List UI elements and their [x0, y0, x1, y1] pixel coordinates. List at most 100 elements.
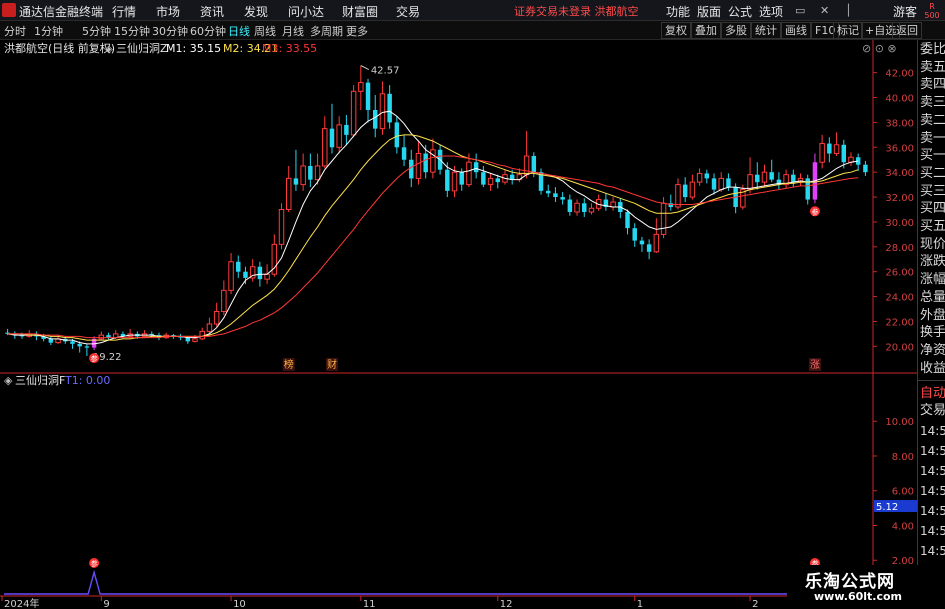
quote-item: 卖四: [920, 77, 945, 93]
period-5min[interactable]: 5分钟: [82, 23, 111, 39]
gear-icon[interactable]: ◈: [105, 44, 113, 55]
tool-diejia[interactable]: 叠加: [691, 22, 721, 39]
candle-body: [98, 334, 105, 340]
candle-body: [718, 177, 724, 191]
candle-body: [70, 341, 75, 344]
indicator-name-main[interactable]: 三仙归洞Z: [116, 41, 168, 55]
tick-time: 14:56: [920, 484, 945, 498]
period-weekly[interactable]: 周线: [254, 23, 276, 39]
y-tick-label: 26.00: [885, 268, 914, 279]
y-tick-label: 34.00: [885, 168, 914, 179]
candle-body: [574, 202, 580, 213]
sub-gear-icon[interactable]: ◈: [4, 374, 13, 387]
candle-body: [365, 82, 371, 110]
watermark-title: 乐淘公式网: [805, 572, 895, 592]
menu-gongneng[interactable]: 功能: [666, 3, 690, 20]
period-60min[interactable]: 60分钟: [190, 23, 226, 39]
menu-banmian[interactable]: 版面: [697, 3, 721, 20]
candle-body: [582, 203, 587, 212]
tool-biaoji[interactable]: 标记: [833, 22, 863, 39]
period-multi[interactable]: 多周期: [310, 23, 343, 39]
candle-body: [523, 155, 530, 176]
period-15min[interactable]: 15分钟: [114, 23, 150, 39]
tool-fuquan[interactable]: 复权: [661, 22, 691, 39]
menu-hangqing[interactable]: 行情: [112, 3, 136, 20]
menu-xuanxiang[interactable]: 选项: [759, 3, 783, 20]
candle-body: [473, 162, 479, 173]
menu-shichang[interactable]: 市场: [156, 3, 180, 20]
candles-layer: [5, 65, 868, 357]
tick-time: 14:56: [920, 444, 945, 458]
app-logo-icon: [2, 3, 16, 17]
period-daily[interactable]: 日线: [228, 23, 250, 39]
signal-badge-label: 参: [91, 354, 98, 363]
y-tick-label: 42.00: [885, 69, 914, 80]
kline-chart[interactable]: 42.5719.22参参榜财涨 20.0022.0024.0026.0028.0…: [0, 40, 917, 609]
candle-body: [704, 173, 710, 179]
menu-jiaoyi[interactable]: 交易: [396, 3, 420, 20]
side-divider: [918, 380, 945, 381]
quote-item: 换手: [920, 325, 945, 341]
quote-item: 买三: [920, 183, 945, 199]
candle-body: [344, 124, 349, 135]
tool-huaxian[interactable]: 画线: [781, 22, 811, 39]
window-sep-icon: │: [845, 4, 852, 17]
candle-body: [415, 153, 422, 179]
quote-item: 总量: [920, 289, 945, 305]
candle-body: [819, 143, 825, 163]
menu-gongshi[interactable]: 公式: [728, 3, 752, 20]
period-monthly[interactable]: 月线: [282, 23, 304, 39]
candle-body: [423, 153, 428, 173]
candle-body: [48, 338, 54, 343]
period-fenshi[interactable]: 分时: [4, 23, 26, 39]
y-tick-label: 40.00: [885, 94, 914, 105]
event-marker[interactable]: 榜: [284, 358, 294, 371]
menu-zixun[interactable]: 资讯: [200, 3, 224, 20]
candle-body: [769, 172, 774, 180]
period-more[interactable]: 更多: [346, 23, 368, 39]
tool-tongji[interactable]: 统计: [751, 22, 781, 39]
candle-body: [682, 184, 688, 198]
auto-mode-label[interactable]: 自动: [920, 386, 945, 402]
candle-body: [228, 261, 234, 291]
event-marker[interactable]: 涨: [810, 359, 820, 371]
x-tick-label: 11: [363, 599, 376, 609]
panel-settings-icon[interactable]: ⊘ ⊙ ⊗: [862, 42, 897, 55]
period-30min[interactable]: 30分钟: [152, 23, 188, 39]
trade-label[interactable]: 交易: [920, 403, 945, 419]
candle-body: [560, 197, 565, 200]
series-t1-line: [4, 569, 873, 595]
candle-body: [206, 323, 213, 332]
candle-body: [466, 161, 472, 186]
candle-body: [761, 171, 768, 183]
candle-body: [221, 289, 227, 313]
candle-body: [625, 211, 630, 229]
quote-item: 现价: [920, 236, 945, 252]
close-icon[interactable]: ✕: [820, 4, 829, 17]
indicator-name-sub[interactable]: 三仙归洞F: [15, 373, 65, 387]
candle-body: [841, 144, 847, 163]
quote-item: 净资: [920, 342, 945, 358]
menu-wenxiaoda[interactable]: 问小达: [288, 3, 324, 20]
minimize-icon[interactable]: ▭: [795, 4, 805, 17]
trade-login-notice[interactable]: 证券交易未登录 洪都航空: [514, 3, 639, 19]
quote-side-panel: 委比 卖五 卖四 卖三 卖二 卖一 买一 买二 买三 买四 买五 现价 涨跌 涨幅 总量 外盘 换手 净资 收益 自…: [917, 40, 945, 609]
menu-faxian[interactable]: 发现: [244, 3, 268, 20]
candle-body: [646, 244, 652, 252]
menu-caifuquan[interactable]: 财富圈: [342, 3, 378, 20]
candle-body: [711, 178, 717, 190]
tool-duogu[interactable]: 多股: [721, 22, 751, 39]
quote-item: 涨跌: [920, 254, 945, 270]
event-marker[interactable]: 财: [327, 358, 337, 371]
period-1min[interactable]: 1分钟: [34, 23, 63, 39]
sub-y-tick-label: 6.00: [892, 487, 914, 498]
candle-body: [791, 174, 796, 183]
tool-back[interactable]: 返回: [892, 22, 922, 39]
candle-body: [495, 178, 501, 183]
tick-time: 14:56: [920, 544, 945, 558]
candle-body: [257, 266, 263, 280]
watermark-url: www.60lt.com: [814, 590, 903, 603]
guest-user[interactable]: 游客: [893, 3, 917, 20]
sub-signal-badge-label: 参: [91, 559, 98, 568]
y-tick-label: 38.00: [885, 118, 914, 129]
